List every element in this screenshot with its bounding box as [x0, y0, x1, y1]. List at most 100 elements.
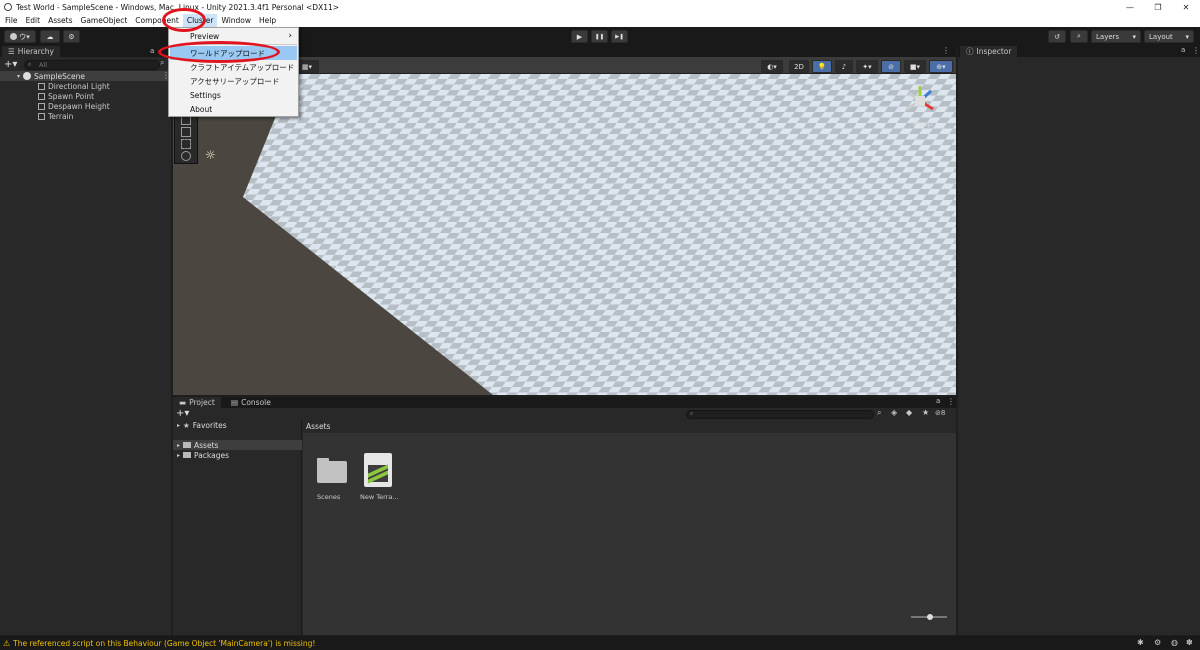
- hierarchy-item[interactable]: Spawn Point: [38, 91, 94, 101]
- orientation-gizmo[interactable]: Persp: [901, 83, 939, 129]
- asset-name: Scenes: [317, 493, 341, 501]
- scale-tool[interactable]: [181, 127, 191, 137]
- favorites-item[interactable]: ▸ ★ Favorites: [177, 421, 227, 430]
- asset-tile[interactable]: Scenes: [315, 457, 349, 503]
- persp-label[interactable]: Persp: [913, 120, 932, 128]
- favorite-star-icon[interactable]: ★: [922, 408, 929, 417]
- hierarchy-item-label: Terrain: [48, 111, 74, 121]
- tab-inspector[interactable]: ⓘ Inspector: [960, 46, 1018, 57]
- inspector-panel: [958, 57, 1200, 635]
- hierarchy-item[interactable]: Directional Light: [38, 81, 110, 91]
- more-icon[interactable]: ⋮: [1192, 46, 1200, 55]
- breadcrumb-assets[interactable]: Assets: [306, 422, 330, 431]
- status-bar: ⚠ The referenced script on this Behaviou…: [0, 636, 1200, 650]
- hierarchy-item[interactable]: Terrain: [38, 111, 73, 121]
- layers-dropdown[interactable]: Layers ▾: [1091, 30, 1141, 43]
- more-icon[interactable]: ⋮: [947, 397, 955, 406]
- menu-window[interactable]: Window: [217, 14, 255, 27]
- expand-arrow-icon[interactable]: ▸: [177, 422, 180, 429]
- eye-off-icon: ⊘: [888, 62, 894, 71]
- 2d-toggle[interactable]: 2D: [789, 60, 809, 73]
- zoom-slider-thumb[interactable]: [927, 614, 933, 620]
- play-icon: ▶: [576, 32, 583, 41]
- search-filter-icon[interactable]: ⌕: [160, 58, 164, 68]
- hierarchy-item-label: Directional Light: [48, 81, 110, 91]
- menu-help[interactable]: Help: [255, 14, 280, 27]
- asset-tile[interactable]: New Terra...: [360, 453, 402, 503]
- expand-arrow-icon[interactable]: ▸: [177, 442, 180, 449]
- menu-assets[interactable]: Assets: [44, 14, 76, 27]
- gear-icon[interactable]: ⚙: [1154, 638, 1161, 647]
- more-icon[interactable]: ⋮: [942, 46, 950, 55]
- warning-icon: ⚠: [3, 638, 11, 648]
- pause-button[interactable]: ❚❚: [591, 30, 608, 43]
- audio-toggle[interactable]: ♪: [835, 60, 853, 73]
- effects-dropdown[interactable]: ✦▾: [856, 60, 878, 73]
- menu-item-accessory-upload[interactable]: アクセサリーアップロード: [170, 74, 297, 88]
- expand-arrow-icon[interactable]: ▾: [17, 73, 20, 80]
- lighting-toggle[interactable]: 💡: [812, 60, 832, 73]
- tab-hierarchy[interactable]: ☰ Hierarchy: [2, 46, 60, 57]
- add-button[interactable]: +▾: [176, 408, 189, 419]
- menu-edit[interactable]: Edit: [22, 14, 45, 27]
- menu-item-settings[interactable]: Settings: [170, 88, 297, 102]
- hierarchy-item[interactable]: Despawn Height: [38, 101, 110, 111]
- gizmos-dropdown[interactable]: ⊕▾: [929, 60, 953, 73]
- minimize-button[interactable]: —: [1116, 0, 1144, 14]
- tab-project[interactable]: ▬ Project: [173, 397, 221, 408]
- profile-icon[interactable]: ✽: [1186, 638, 1193, 647]
- transform-tool[interactable]: [181, 151, 191, 161]
- menu-item-label: About: [190, 104, 213, 114]
- folder-item-assets[interactable]: ▸ Assets: [177, 440, 218, 450]
- shading-button[interactable]: ◐▾: [761, 60, 783, 73]
- tab-console[interactable]: ▤ Console: [225, 397, 277, 408]
- chevron-down-icon: ▾: [1132, 32, 1136, 41]
- menu-item-about[interactable]: About: [170, 102, 297, 116]
- account-dropdown[interactable]: ウ ▾: [4, 30, 36, 43]
- bug-icon[interactable]: ✱: [1137, 638, 1144, 647]
- status-message[interactable]: The referenced script on this Behaviour …: [13, 639, 315, 648]
- project-search-input[interactable]: ⌕: [686, 410, 874, 419]
- add-button[interactable]: +▾: [4, 59, 17, 70]
- hierarchy-item-label: Despawn Height: [48, 101, 110, 111]
- close-button[interactable]: ✕: [1172, 0, 1200, 14]
- type-filter-icon[interactable]: ◈: [891, 408, 897, 417]
- scene-item[interactable]: ▾ SampleScene: [17, 71, 85, 81]
- layout-dropdown[interactable]: Layout ▾: [1144, 30, 1194, 43]
- search-icon: ⌕: [690, 410, 694, 417]
- visibility-toggle[interactable]: ⊘: [881, 60, 901, 73]
- step-button[interactable]: ▶❚: [611, 30, 628, 43]
- menu-item-label: アクセサリーアップロード: [190, 76, 280, 86]
- tab-inspector-label: Inspector: [976, 47, 1012, 56]
- camera-icon: ■▾: [909, 62, 921, 71]
- hierarchy-search-input[interactable]: ⌕ All: [24, 60, 160, 70]
- label-filter-icon[interactable]: ◆: [906, 408, 912, 417]
- lightbulb-icon: 💡: [817, 62, 827, 71]
- menu-gameobject[interactable]: GameObject: [77, 14, 132, 27]
- audio-icon: ♪: [841, 62, 847, 71]
- lock-icon[interactable]: a: [1181, 46, 1185, 54]
- search-button[interactable]: ⌕: [1070, 30, 1088, 43]
- list-icon: ☰: [8, 47, 15, 56]
- lock-icon[interactable]: a: [936, 397, 940, 405]
- info-icon: ⓘ: [966, 47, 974, 56]
- expand-arrow-icon[interactable]: ▸: [177, 452, 180, 459]
- annotation-ellipse-cluster: [162, 8, 206, 32]
- collab-button[interactable]: ⚙: [63, 30, 80, 43]
- tab-project-label: Project: [189, 398, 215, 407]
- cloud-button[interactable]: ☁: [40, 30, 60, 43]
- lock-icon[interactable]: a: [150, 47, 154, 55]
- hidden-packages-toggle[interactable]: ⊘8: [935, 409, 945, 417]
- camera-dropdown[interactable]: ■▾: [904, 60, 926, 73]
- play-button[interactable]: ▶: [571, 30, 588, 43]
- zoom-slider[interactable]: [911, 614, 947, 620]
- asset-name: New Terra...: [360, 493, 399, 501]
- search-filter-icon[interactable]: ⌕: [877, 408, 881, 418]
- unity-scene-icon: [23, 72, 32, 80]
- cache-icon[interactable]: ◍: [1171, 638, 1178, 647]
- history-button[interactable]: ↺: [1048, 30, 1066, 43]
- maximize-button[interactable]: ❐: [1144, 0, 1172, 14]
- folder-item-packages[interactable]: ▸ Packages: [177, 450, 229, 460]
- menu-file[interactable]: File: [1, 14, 22, 27]
- rect-tool[interactable]: [181, 139, 191, 149]
